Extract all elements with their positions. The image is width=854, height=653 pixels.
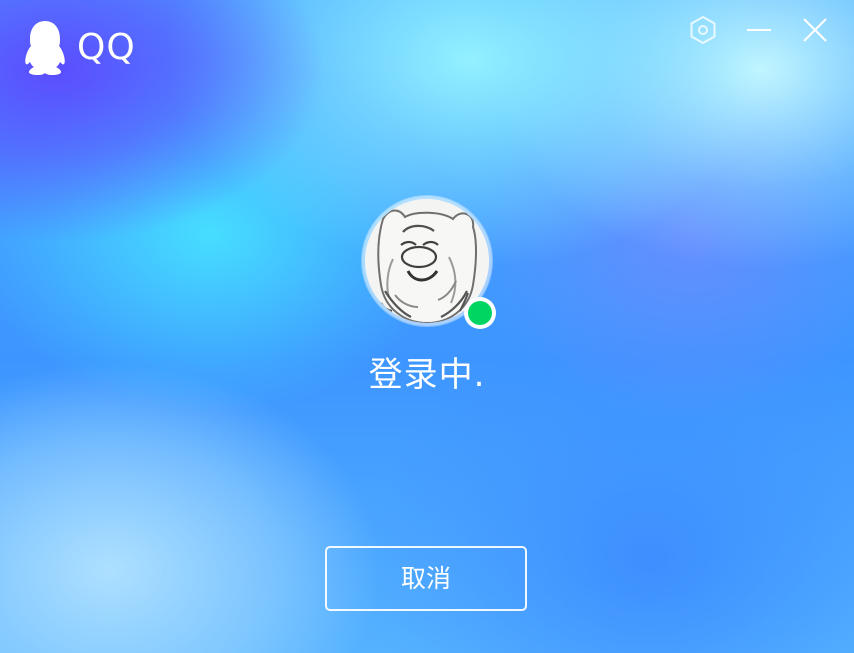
close-icon (803, 18, 827, 42)
brand-logo: QQ (22, 20, 136, 76)
cancel-button[interactable]: 取消 (325, 546, 527, 611)
online-status-dot (464, 297, 496, 329)
online-status-indicator (468, 301, 492, 325)
login-status-panel: 登录中. (0, 196, 854, 392)
window-controls (680, 12, 838, 48)
qq-penguin-icon (25, 21, 65, 75)
close-button[interactable] (792, 12, 838, 48)
minimize-button[interactable] (736, 12, 782, 48)
minimize-icon (747, 29, 771, 31)
avatar-container (362, 196, 496, 329)
app-title: QQ (77, 27, 136, 68)
qq-login-window: QQ 登录中. 取消 (0, 0, 854, 653)
settings-hexagon-icon (690, 15, 716, 45)
settings-button[interactable] (680, 12, 726, 48)
login-status-text: 登录中. (368, 355, 486, 395)
